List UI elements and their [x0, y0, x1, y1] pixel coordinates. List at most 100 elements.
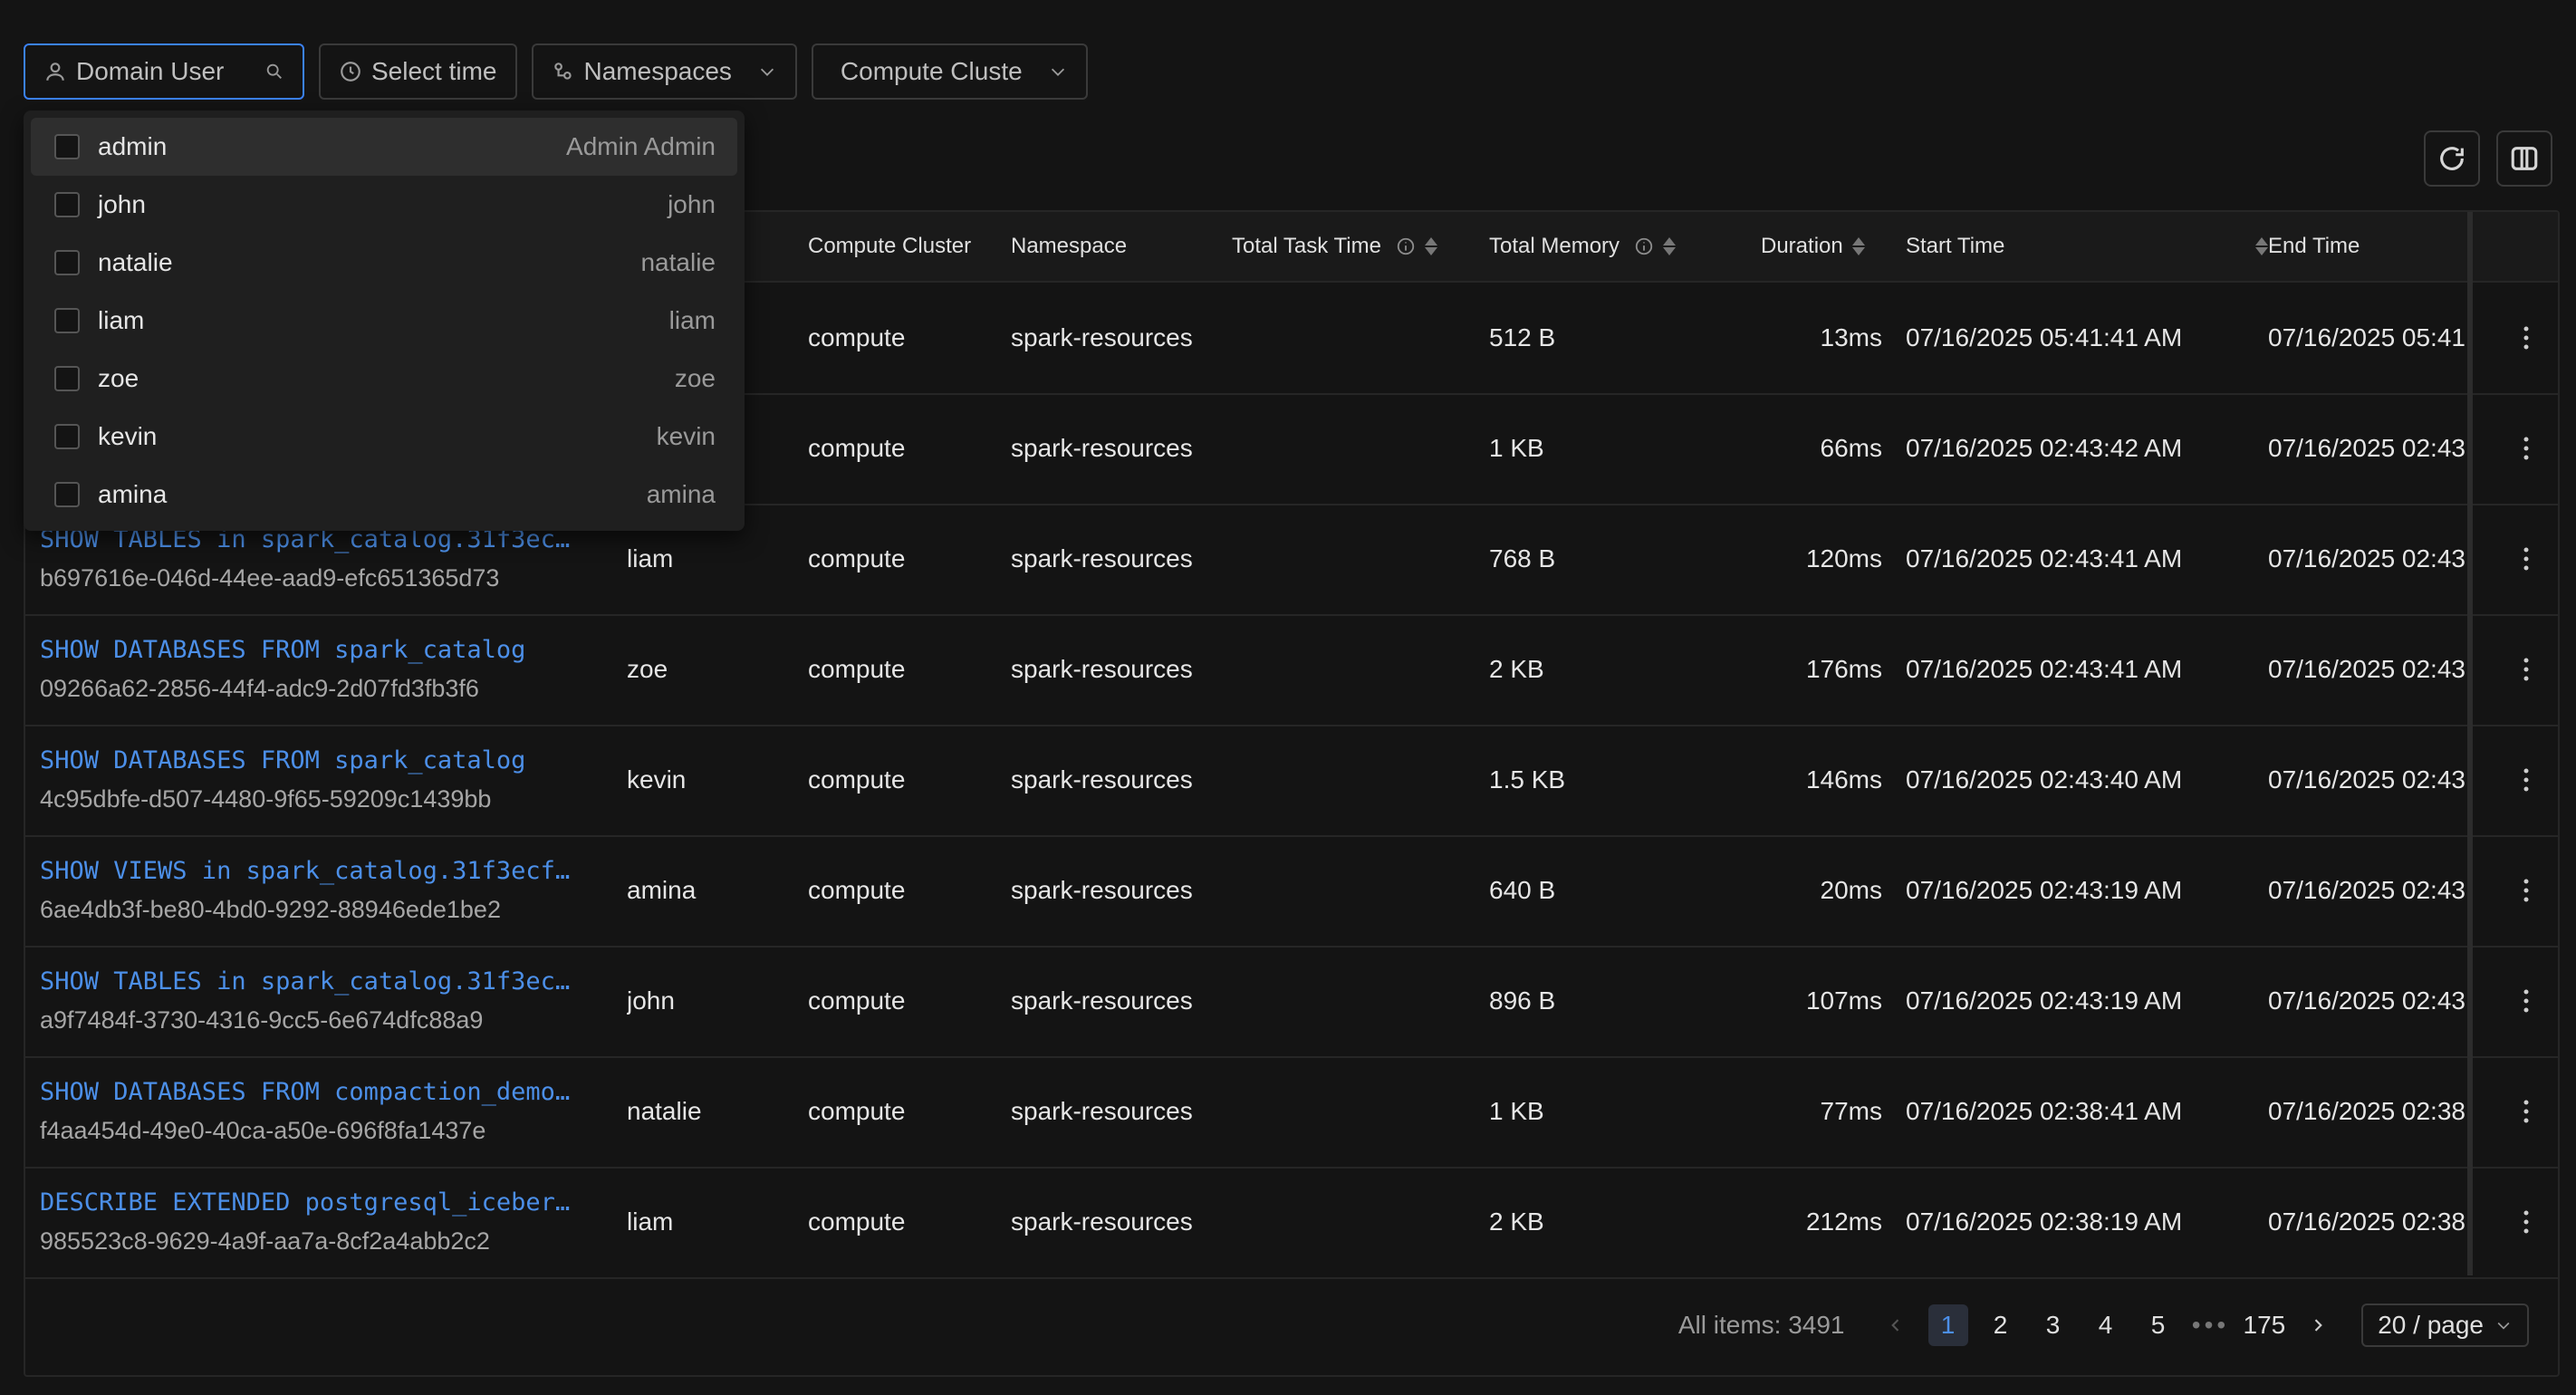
page-3[interactable]: 3 — [2033, 1304, 2073, 1346]
column-total-task-time[interactable]: Total Task Time — [1232, 212, 1437, 281]
user-option[interactable]: zoe zoe — [31, 350, 737, 408]
prev-page-button[interactable] — [1876, 1304, 1916, 1346]
memory-cell: 512 B — [1489, 323, 1556, 351]
page-5[interactable]: 5 — [2139, 1304, 2178, 1346]
columns-button[interactable] — [2496, 130, 2552, 187]
column-label: Namespace — [1011, 234, 1128, 258]
checkbox[interactable] — [54, 134, 80, 159]
user-option[interactable]: amina amina — [31, 466, 737, 524]
duration-cell: 212ms — [1805, 1207, 1882, 1236]
row-actions-button[interactable] — [2522, 614, 2531, 725]
query-link[interactable]: SHOW DATABASES FROM compaction_demo… — [40, 1078, 601, 1106]
row-actions-button[interactable] — [2522, 1167, 2531, 1277]
table-row[interactable]: SHOW DATABASES FROM spark_catalog 4c95dbf… — [25, 725, 2558, 837]
user-option[interactable]: liam liam — [31, 292, 737, 350]
table-row[interactable]: DESCRIBE EXTENDED postgresql_iceber… 9855… — [25, 1167, 2558, 1279]
row-actions-button[interactable] — [2522, 835, 2531, 946]
refresh-button[interactable] — [2424, 130, 2480, 187]
sort-icon[interactable] — [1663, 237, 1677, 255]
row-actions-button[interactable] — [2522, 283, 2531, 393]
column-end-time: End Time — [2268, 212, 2360, 281]
query-cell: SHOW DATABASES FROM spark_catalog 4c95dbf… — [40, 725, 601, 835]
checkbox[interactable] — [54, 308, 80, 333]
page-ellipsis[interactable]: ••• — [2191, 1304, 2231, 1346]
column-start-time[interactable]: Start Time — [1906, 212, 2268, 281]
select-time-button[interactable]: Select time — [319, 43, 517, 100]
compute-cluster-cell: compute — [808, 1097, 906, 1125]
checkbox[interactable] — [54, 366, 80, 391]
start-time-cell: 07/16/2025 02:38:41 AM — [1906, 1097, 2183, 1125]
search-icon — [266, 63, 282, 79]
duration-cell: 66ms — [1820, 434, 1882, 462]
memory-cell: 2 KB — [1489, 1207, 1544, 1236]
memory-cell: 1.5 KB — [1489, 765, 1566, 794]
memory-cell: 640 B — [1489, 876, 1556, 904]
table-row[interactable]: SHOW TABLES in spark_catalog.31f3ec… a9f7… — [25, 946, 2558, 1058]
row-actions-button[interactable] — [2522, 1056, 2531, 1167]
table-row[interactable]: SHOW DATABASES FROM spark_catalog 09266a6… — [25, 614, 2558, 726]
namespace-cell: spark-resources — [1011, 765, 1193, 794]
query-link[interactable]: SHOW DATABASES FROM spark_catalog — [40, 746, 601, 774]
namespace-icon — [553, 63, 572, 80]
page-last[interactable]: 175 — [2244, 1304, 2286, 1346]
table-row[interactable]: SHOW VIEWS in spark_catalog.31f3ecf… 6ae4… — [25, 835, 2558, 948]
page-2[interactable]: 2 — [1981, 1304, 2021, 1346]
checkbox[interactable] — [54, 192, 80, 217]
task-time-cell — [1232, 393, 1467, 504]
query-link[interactable]: DESCRIBE EXTENDED postgresql_iceber… — [40, 1188, 601, 1217]
row-actions-button[interactable] — [2522, 504, 2531, 614]
query-cell: SHOW VIEWS in spark_catalog.31f3ecf… 6ae4… — [40, 835, 601, 946]
user-cell: natalie — [627, 1097, 702, 1125]
info-icon[interactable] — [1396, 236, 1416, 256]
compute-cluster-label: Compute Cluste — [840, 57, 1023, 85]
more-vertical-icon — [2523, 989, 2529, 1013]
more-vertical-icon — [2523, 658, 2529, 681]
start-time-cell: 07/16/2025 02:38:19 AM — [1906, 1207, 2183, 1236]
namespace-cell: spark-resources — [1011, 655, 1193, 683]
start-time-cell: 07/16/2025 02:43:19 AM — [1906, 986, 2183, 1015]
user-option[interactable]: kevin kevin — [31, 408, 737, 466]
compute-cluster-cell: compute — [808, 986, 906, 1015]
query-link[interactable]: SHOW TABLES in spark_catalog.31f3ec… — [40, 967, 601, 996]
namespace-cell: spark-resources — [1011, 986, 1193, 1015]
row-actions-button[interactable] — [2522, 725, 2531, 835]
user-icon — [46, 63, 64, 81]
page-1[interactable]: 1 — [1927, 1304, 1968, 1346]
page-size-select[interactable]: 20 / page — [2361, 1304, 2529, 1347]
table-row[interactable]: SHOW DATABASES FROM compaction_demo… f4aa… — [25, 1056, 2558, 1169]
user-option-display: john — [668, 190, 716, 218]
page-4[interactable]: 4 — [2086, 1304, 2126, 1346]
task-time-cell — [1232, 1167, 1467, 1277]
task-time-cell — [1232, 725, 1467, 835]
checkbox[interactable] — [54, 250, 80, 275]
next-page-button[interactable] — [2298, 1304, 2338, 1346]
user-option[interactable]: admin Admin Admin — [31, 118, 737, 176]
row-actions-button[interactable] — [2522, 393, 2531, 504]
query-id: 4c95dbfe-d507-4480-9f65-59209c1439bb — [40, 785, 492, 813]
query-link[interactable]: SHOW DATABASES FROM spark_catalog — [40, 636, 601, 664]
column-total-memory[interactable]: Total Memory — [1489, 212, 1677, 281]
checkbox[interactable] — [54, 424, 80, 449]
compute-cluster-cell: compute — [808, 655, 906, 683]
user-option-display: zoe — [674, 364, 716, 392]
compute-cluster-select[interactable]: Compute Cluste — [811, 43, 1088, 100]
user-option[interactable]: natalie natalie — [31, 234, 737, 292]
column-label: End Time — [2268, 234, 2360, 258]
column-duration[interactable]: Duration — [1761, 212, 1865, 281]
user-option[interactable]: john john — [31, 176, 737, 234]
user-option-display: kevin — [656, 422, 716, 450]
namespaces-select[interactable]: Namespaces — [531, 43, 797, 100]
sort-icon[interactable] — [1851, 237, 1865, 255]
duration-cell: 13ms — [1820, 323, 1882, 351]
row-actions-button[interactable] — [2522, 946, 2531, 1056]
column-label: Duration — [1761, 234, 1843, 258]
chevron-down-icon — [2497, 1322, 2510, 1330]
checkbox[interactable] — [54, 482, 80, 507]
domain-user-filter[interactable]: Domain User — [24, 43, 304, 100]
sort-icon[interactable] — [1424, 237, 1437, 255]
info-icon[interactable] — [1634, 236, 1654, 256]
query-link[interactable]: SHOW VIEWS in spark_catalog.31f3ecf… — [40, 857, 601, 885]
sort-icon[interactable] — [2255, 237, 2268, 255]
column-label: Total Task Time — [1232, 234, 1381, 258]
user-cell: zoe — [627, 655, 668, 683]
